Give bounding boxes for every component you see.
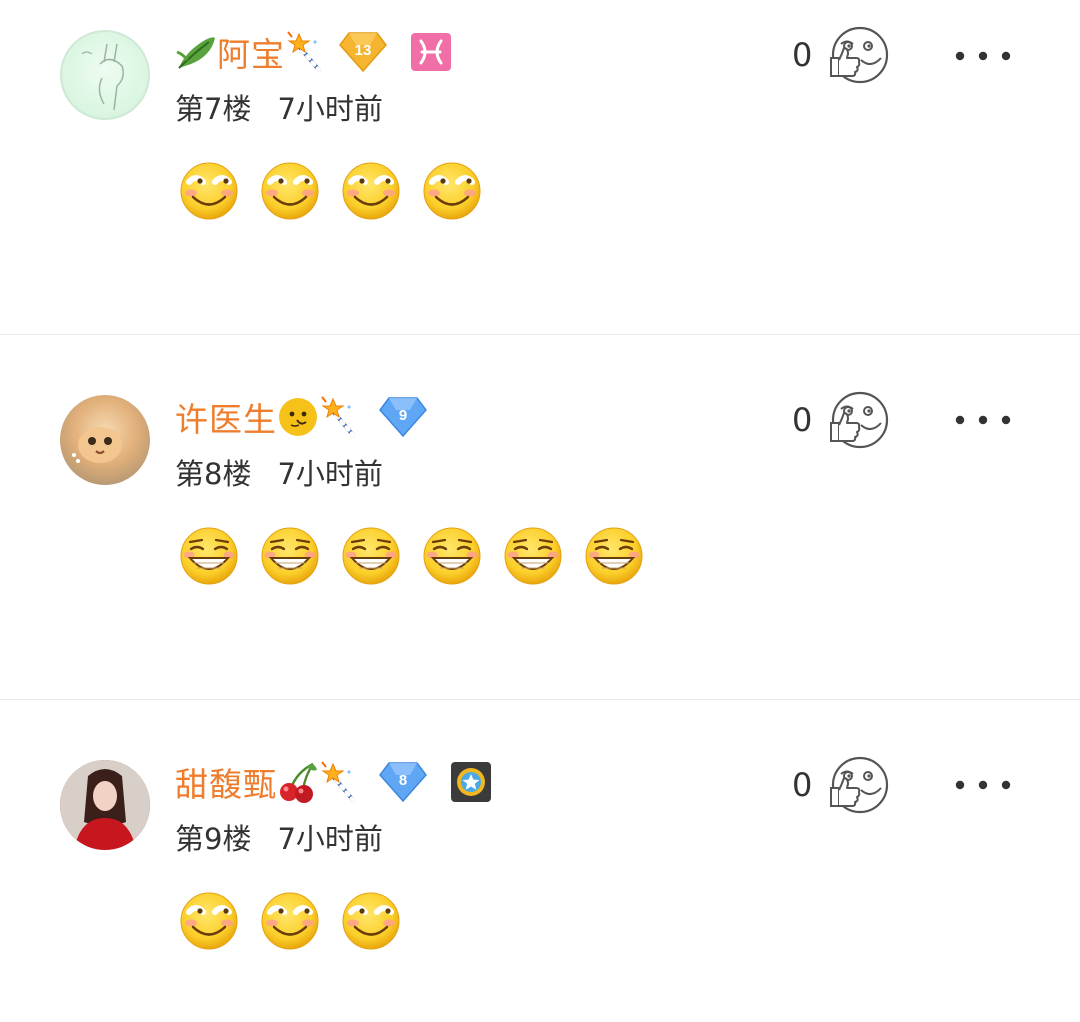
cat-photo-icon xyxy=(72,427,122,463)
grin-emoji-icon xyxy=(422,526,482,586)
level-number: 8 xyxy=(399,772,407,789)
username[interactable]: 阿宝 xyxy=(217,28,285,76)
comment-body xyxy=(178,160,502,222)
pisces-badge-icon xyxy=(411,33,451,71)
timestamp: 7小时前 xyxy=(277,92,383,126)
like-button[interactable] xyxy=(827,754,889,816)
username[interactable]: 甜馥甄 xyxy=(175,758,277,806)
magic-wand-icon xyxy=(286,30,321,72)
name-line: 甜馥甄 8 xyxy=(175,760,491,804)
avatar[interactable] xyxy=(60,30,150,120)
timestamp: 7小时前 xyxy=(277,822,383,856)
like-count: 0 xyxy=(792,766,813,804)
smile-emoji-icon xyxy=(259,890,321,952)
avatar[interactable] xyxy=(60,395,150,485)
star-medal-icon xyxy=(451,762,491,802)
divider xyxy=(0,334,1080,335)
more-options-button[interactable] xyxy=(954,777,1012,793)
smile-emoji-icon xyxy=(340,890,402,952)
name-line: 阿宝 13 xyxy=(175,30,451,74)
portrait-photo-icon xyxy=(60,760,150,850)
floor-number: 第9楼 xyxy=(175,822,252,856)
username[interactable]: 许医生 xyxy=(175,393,277,441)
smile-emoji-icon xyxy=(178,890,240,952)
smile-emoji-icon xyxy=(259,160,321,222)
cherry-icon xyxy=(280,762,317,803)
comment-body xyxy=(178,890,421,952)
level-number: 13 xyxy=(355,42,372,59)
timestamp: 7小时前 xyxy=(277,457,383,491)
magic-wand-icon xyxy=(320,760,355,802)
floor-number: 第7楼 xyxy=(175,92,252,126)
grin-emoji-icon xyxy=(341,526,401,586)
smirk-face-icon xyxy=(279,398,317,436)
leaf-icon xyxy=(176,37,215,69)
rabbit-sketch-icon xyxy=(81,43,124,111)
grin-emoji-icon xyxy=(584,526,644,586)
comment-meta: 第9楼 7小时前 xyxy=(175,816,383,858)
magic-wand-icon xyxy=(320,395,355,437)
comment-body xyxy=(178,525,664,587)
like-count: 0 xyxy=(792,401,813,439)
name-line: 许医生 9 xyxy=(175,395,427,439)
comment-meta: 第8楼 7小时前 xyxy=(175,451,383,493)
smile-emoji-icon xyxy=(340,160,402,222)
grin-emoji-icon xyxy=(503,526,563,586)
like-count: 0 xyxy=(792,36,813,74)
grin-emoji-icon xyxy=(179,526,239,586)
floor-number: 第8楼 xyxy=(175,457,252,491)
smile-emoji-icon xyxy=(421,160,483,222)
more-options-button[interactable] xyxy=(954,48,1012,64)
grin-emoji-icon xyxy=(260,526,320,586)
like-button[interactable] xyxy=(827,24,889,86)
more-options-button[interactable] xyxy=(954,412,1012,428)
like-button[interactable] xyxy=(827,389,889,451)
smile-emoji-icon xyxy=(178,160,240,222)
comment-meta: 第7楼 7小时前 xyxy=(175,86,383,128)
divider xyxy=(0,699,1080,700)
avatar[interactable] xyxy=(60,760,150,850)
level-badge-icon: 8 xyxy=(379,762,427,803)
level-badge-icon: 9 xyxy=(379,397,427,438)
level-badge-icon: 13 xyxy=(339,32,387,73)
level-number: 9 xyxy=(399,407,407,424)
